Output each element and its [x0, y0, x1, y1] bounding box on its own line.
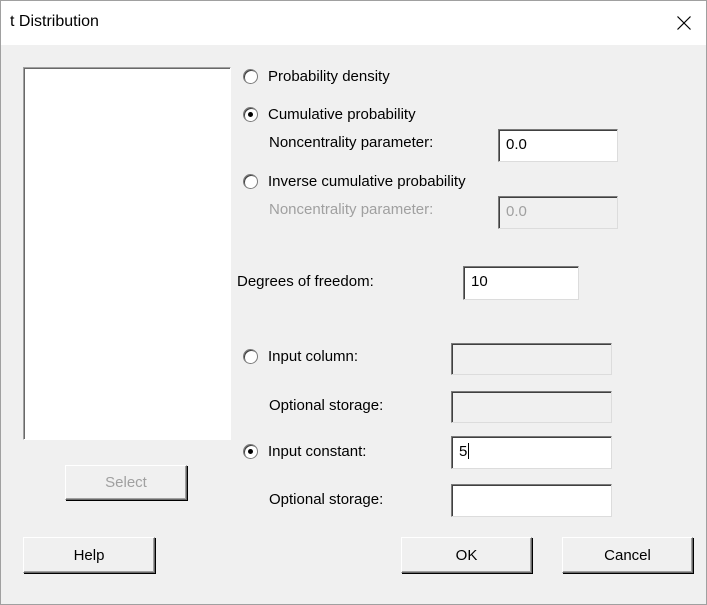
degrees-of-freedom-label: Degrees of freedom:: [237, 273, 374, 290]
column-optional-storage-field: [451, 391, 612, 423]
select-button[interactable]: Select: [65, 465, 187, 500]
cumulative-noncentrality-label: Noncentrality parameter:: [269, 134, 434, 151]
input-constant-field[interactable]: 5: [451, 436, 612, 469]
radio-input-constant[interactable]: Input constant:: [243, 443, 366, 460]
title-bar: t Distribution: [1, 1, 706, 45]
radio-indicator[interactable]: [243, 69, 258, 84]
radio-indicator-checked[interactable]: [243, 444, 258, 459]
column-optional-storage-label: Optional storage:: [269, 397, 384, 414]
constant-optional-storage-field[interactable]: [451, 484, 612, 517]
radio-indicator-checked[interactable]: [243, 107, 258, 122]
input-column-field: [451, 343, 612, 375]
radio-inverse-cumulative-probability[interactable]: Inverse cumulative probability: [243, 173, 466, 190]
text-caret: [468, 443, 470, 459]
inverse-noncentrality-field: 0.0: [498, 196, 618, 229]
constant-optional-storage-label: Optional storage:: [269, 491, 384, 508]
radio-indicator[interactable]: [243, 349, 258, 364]
radio-probability-density[interactable]: Probability density: [243, 68, 390, 85]
radio-input-column[interactable]: Input column:: [243, 348, 358, 365]
close-button[interactable]: [662, 1, 706, 45]
ok-button[interactable]: OK: [401, 537, 532, 573]
radio-indicator[interactable]: [243, 174, 258, 189]
close-icon: [677, 16, 691, 30]
cancel-button[interactable]: Cancel: [562, 537, 693, 573]
radio-label: Probability density: [268, 68, 390, 85]
cumulative-noncentrality-field[interactable]: 0.0: [498, 129, 618, 162]
radio-label: Input column:: [268, 348, 359, 365]
radio-label: Cumulative probability: [268, 106, 416, 123]
degrees-of-freedom-field[interactable]: 10: [463, 266, 579, 300]
input-constant-value: 5: [459, 443, 468, 460]
window-title: t Distribution: [10, 13, 99, 30]
radio-label: Inverse cumulative probability: [268, 173, 466, 190]
t-distribution-dialog: t Distribution Select Probability densit…: [0, 0, 707, 605]
help-button[interactable]: Help: [23, 537, 155, 573]
inverse-noncentrality-label: Noncentrality parameter:: [269, 201, 434, 218]
variables-listbox[interactable]: [23, 67, 231, 440]
radio-label: Input constant:: [268, 443, 367, 460]
radio-cumulative-probability[interactable]: Cumulative probability: [243, 106, 416, 123]
